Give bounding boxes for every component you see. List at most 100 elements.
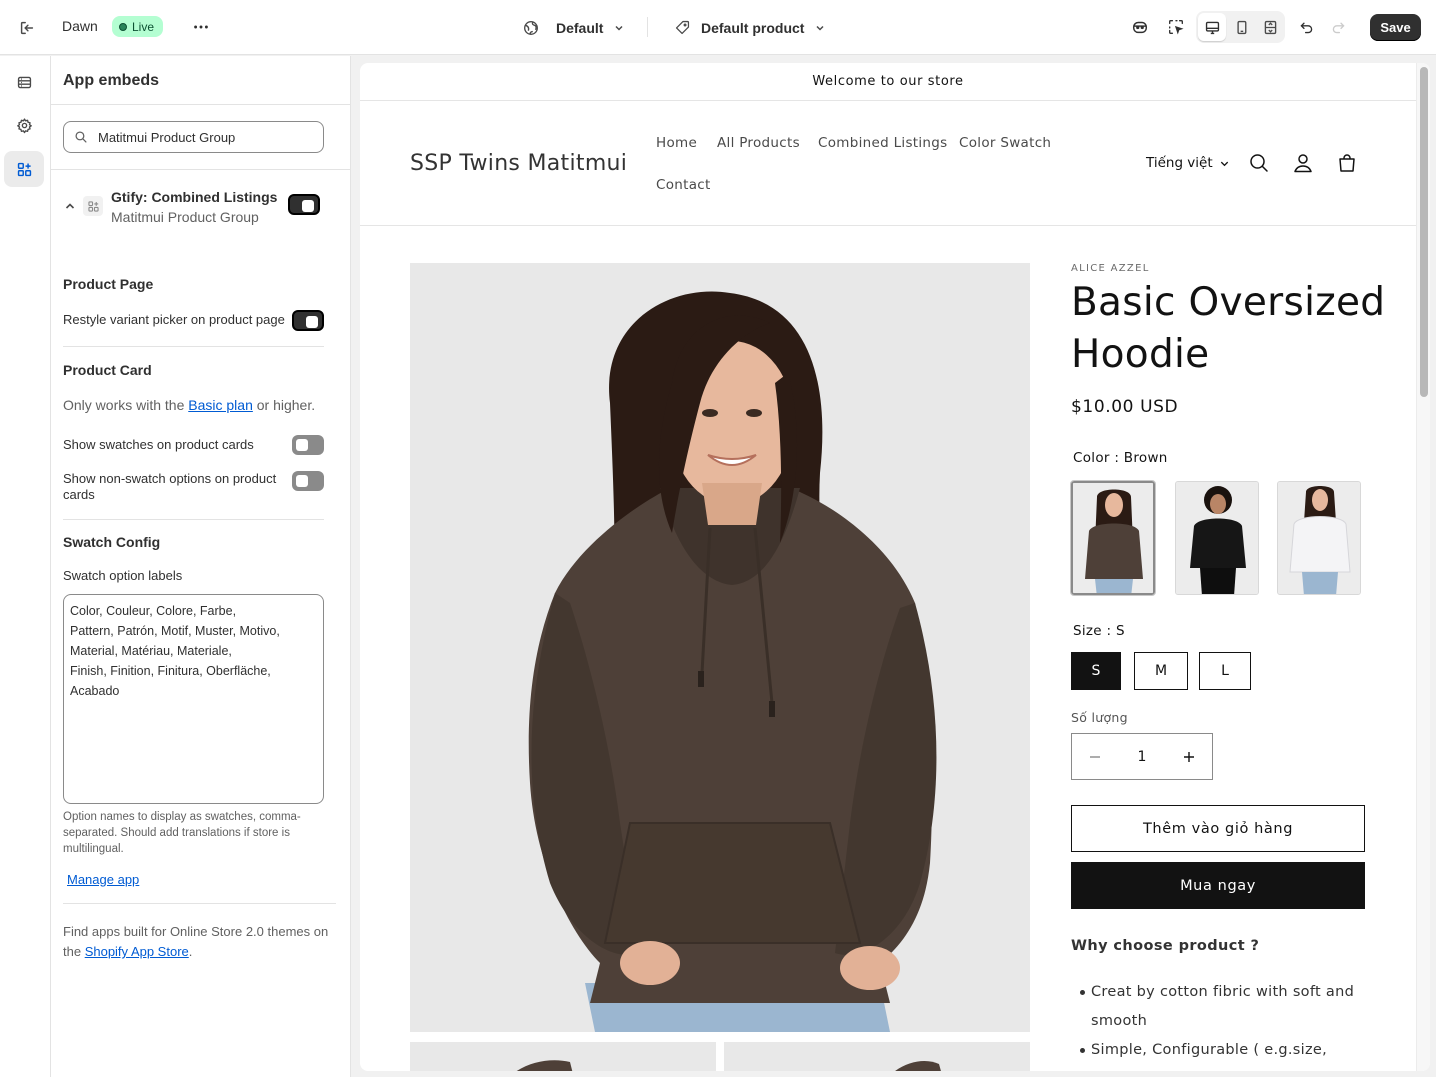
language-label: Tiếng việt bbox=[1146, 155, 1213, 171]
list-item: Creat by cotton fibric with soft and smo… bbox=[1071, 978, 1371, 1036]
product-main-image[interactable] bbox=[410, 263, 1030, 1032]
show-swatches-toggle[interactable] bbox=[292, 435, 324, 455]
swatch-config-heading: Swatch Config bbox=[63, 534, 161, 550]
app-search-field[interactable] bbox=[63, 121, 324, 153]
color-option-label: Color : Brown bbox=[1073, 450, 1168, 466]
manage-app-link[interactable]: Manage app bbox=[67, 872, 139, 887]
theme-settings-gear-icon[interactable] bbox=[4, 107, 44, 143]
swatch-labels-help: Option names to display as swatches, com… bbox=[63, 811, 301, 855]
template-selector[interactable]: Default bbox=[522, 13, 625, 42]
product-selector[interactable]: Default product bbox=[674, 13, 826, 42]
quantity-stepper: 1 bbox=[1071, 733, 1213, 780]
chevron-down-icon bbox=[814, 22, 826, 34]
color-swatch-white[interactable] bbox=[1277, 481, 1361, 595]
store-preview: Welcome to our store SSP Twins Matitmui … bbox=[360, 63, 1430, 1071]
show-non-swatch-toggle[interactable] bbox=[292, 471, 324, 491]
app-block-icon bbox=[83, 196, 103, 216]
store-header: SSP Twins Matitmui Home All Products Com… bbox=[360, 101, 1416, 226]
search-divider bbox=[51, 169, 351, 170]
live-badge-label: Live bbox=[132, 19, 155, 34]
why-choose-heading: Why choose product ? bbox=[1071, 938, 1260, 954]
nav-combined-listings[interactable]: Combined Listings bbox=[818, 135, 948, 151]
footer-divider bbox=[63, 903, 336, 904]
color-swatch-black[interactable] bbox=[1175, 481, 1259, 595]
product-description-list: Creat by cotton fibric with soft and smo… bbox=[1071, 978, 1371, 1065]
undo-icon[interactable] bbox=[1292, 13, 1320, 41]
size-button-l[interactable]: L bbox=[1199, 652, 1251, 690]
search-input[interactable] bbox=[98, 129, 308, 145]
app-embeds-icon[interactable] bbox=[4, 151, 44, 187]
globe-icon bbox=[522, 19, 540, 37]
quantity-label: Số lượng bbox=[1071, 710, 1128, 725]
product-gallery-thumb[interactable] bbox=[724, 1042, 1030, 1071]
editor-topbar: Dawn Live Default Default product Save bbox=[0, 0, 1436, 55]
app-store-note-suffix: . bbox=[188, 944, 193, 959]
chevron-down-icon bbox=[613, 22, 625, 34]
plan-note: Only works with the Basic plan or higher… bbox=[63, 397, 315, 413]
add-to-cart-button[interactable]: Thêm vào giỏ hàng bbox=[1071, 805, 1365, 852]
live-dot-icon bbox=[119, 22, 127, 31]
full-width-view-icon[interactable] bbox=[1256, 13, 1284, 41]
product-page-heading: Product Page bbox=[63, 276, 154, 292]
panel-title-divider bbox=[51, 104, 351, 105]
editor-sidebar-rail bbox=[0, 56, 51, 1077]
live-badge: Live bbox=[112, 16, 164, 37]
store-logo-text[interactable]: SSP Twins Matitmui bbox=[410, 151, 627, 176]
preview-scrollbar[interactable] bbox=[1416, 63, 1430, 1071]
product-card-heading: Product Card bbox=[63, 362, 152, 378]
app-embed-name: Gtify: Combined Listings bbox=[111, 189, 278, 205]
quantity-minus-icon[interactable] bbox=[1072, 734, 1118, 779]
announcement-bar: Welcome to our store bbox=[360, 63, 1416, 101]
restyle-variant-toggle[interactable] bbox=[292, 310, 324, 331]
size-option-label: Size : S bbox=[1073, 623, 1125, 639]
nav-contact[interactable]: Contact bbox=[656, 177, 711, 193]
inspector-select-icon[interactable] bbox=[1162, 13, 1190, 41]
redo-icon[interactable] bbox=[1324, 13, 1352, 41]
ai-assistant-icon[interactable] bbox=[1126, 13, 1154, 41]
app-embeds-panel: App embeds Gtify: Combined Listings Mati… bbox=[51, 56, 351, 1077]
product-gallery-thumb[interactable] bbox=[410, 1042, 716, 1071]
quantity-plus-icon[interactable] bbox=[1166, 734, 1212, 779]
size-button-s[interactable]: S bbox=[1071, 652, 1121, 690]
plan-note-suffix: or higher. bbox=[252, 397, 316, 413]
buy-now-button[interactable]: Mua ngay bbox=[1071, 862, 1365, 909]
cart-icon[interactable] bbox=[1335, 151, 1359, 175]
desktop-view-icon[interactable] bbox=[1198, 13, 1226, 41]
product-vendor: ALICE AZZEL bbox=[1071, 263, 1150, 274]
nav-all-products[interactable]: All Products bbox=[717, 135, 800, 151]
exit-icon[interactable] bbox=[13, 14, 41, 42]
topbar-divider bbox=[647, 17, 648, 37]
section-divider bbox=[63, 519, 324, 520]
search-icon[interactable] bbox=[1247, 151, 1271, 175]
list-item: Simple, Configurable ( e.g.size, bbox=[1071, 1036, 1371, 1065]
save-button[interactable]: Save bbox=[1370, 14, 1421, 41]
shopify-app-store-link[interactable]: Shopify App Store bbox=[85, 944, 189, 959]
more-actions-icon[interactable] bbox=[187, 13, 215, 41]
swatch-labels-textarea[interactable] bbox=[63, 594, 324, 804]
app-store-note: Find apps built for Online Store 2.0 the… bbox=[63, 922, 333, 962]
search-icon bbox=[64, 130, 98, 144]
nav-home[interactable]: Home bbox=[656, 135, 697, 151]
app-embed-subtitle: Matitmui Product Group bbox=[111, 209, 259, 225]
chevron-down-icon bbox=[1219, 158, 1230, 169]
app-embed-toggle[interactable] bbox=[288, 194, 320, 215]
sections-icon[interactable] bbox=[4, 64, 44, 100]
mobile-view-icon[interactable] bbox=[1227, 13, 1255, 41]
size-button-m[interactable]: M bbox=[1134, 652, 1188, 690]
product-selector-label: Default product bbox=[701, 19, 805, 36]
basic-plan-link[interactable]: Basic plan bbox=[188, 397, 253, 413]
preview-scrollbar-thumb[interactable] bbox=[1420, 67, 1428, 397]
section-divider bbox=[63, 346, 324, 347]
color-swatch-brown[interactable] bbox=[1070, 480, 1156, 596]
language-selector[interactable]: Tiếng việt bbox=[1146, 155, 1230, 171]
restyle-variant-label: Restyle variant picker on product page bbox=[63, 312, 285, 327]
tag-icon bbox=[674, 19, 691, 36]
theme-name: Dawn bbox=[62, 18, 98, 34]
collapse-chevron-up-icon[interactable] bbox=[63, 199, 77, 213]
show-swatches-label: Show swatches on product cards bbox=[63, 437, 254, 452]
product-price: $10.00 USD bbox=[1071, 397, 1179, 417]
nav-color-swatch[interactable]: Color Swatch bbox=[959, 135, 1051, 151]
panel-title: App embeds bbox=[63, 72, 160, 89]
account-icon[interactable] bbox=[1291, 151, 1315, 175]
quantity-value[interactable]: 1 bbox=[1118, 734, 1166, 779]
